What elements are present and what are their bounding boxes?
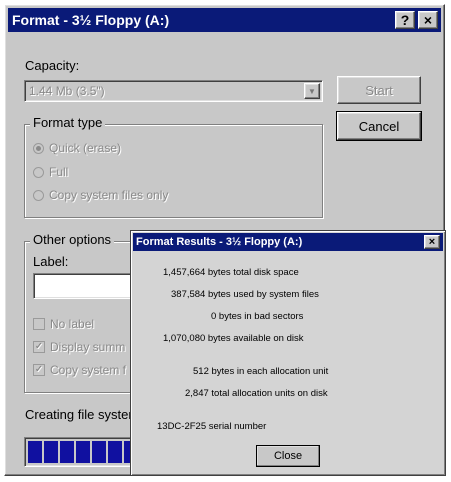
- progress-block: [60, 441, 74, 463]
- radio-icon: [33, 166, 44, 178]
- results-close-button[interactable]: Close: [256, 445, 320, 467]
- capacity-select[interactable]: 1.44 Mb (3.5") ▼: [24, 80, 323, 102]
- status-text: Creating file system: [25, 407, 140, 422]
- radio-icon: [33, 189, 44, 201]
- result-system-files: 387,584 bytes used by system files: [171, 289, 319, 300]
- checkbox-copy-system[interactable]: ✓ Copy system f: [33, 363, 126, 377]
- checkbox-icon: [33, 318, 45, 330]
- chevron-down-icon[interactable]: ▼: [304, 83, 320, 99]
- results-close-icon[interactable]: ×: [424, 235, 440, 249]
- other-options-title: Other options: [30, 232, 115, 247]
- progress-bar: [24, 437, 144, 467]
- radio-full[interactable]: Full: [33, 165, 68, 179]
- format-type-group: [24, 124, 323, 218]
- radio-quick[interactable]: Quick (erase): [33, 141, 121, 155]
- progress-block: [108, 441, 122, 463]
- radio-selected-icon: [33, 142, 44, 154]
- checkbox-display-summary[interactable]: ✓ Display summ: [33, 340, 125, 354]
- format-type-title: Format type: [30, 115, 106, 130]
- checkbox-no-label[interactable]: No label: [33, 317, 94, 331]
- progress-block: [76, 441, 90, 463]
- result-bad-sectors: 0 bytes in bad sectors: [211, 311, 304, 322]
- capacity-label: Capacity:: [25, 58, 80, 73]
- radio-copy-system[interactable]: Copy system files only: [33, 188, 168, 202]
- cancel-button[interactable]: Cancel: [336, 111, 422, 141]
- results-title-bar: Format Results - 3½ Floppy (A:) ×: [133, 233, 443, 251]
- result-allocation-total: 2,847 total allocation units on disk: [185, 388, 328, 399]
- capacity-value: 1.44 Mb (3.5"): [29, 84, 105, 98]
- checkmark-icon: ✓: [33, 364, 45, 376]
- close-button[interactable]: ×: [418, 11, 438, 29]
- help-button[interactable]: ?: [395, 11, 415, 29]
- result-available: 1,070,080 bytes available on disk: [163, 333, 304, 344]
- format-title-bar: Format - 3½ Floppy (A:) ? ×: [8, 8, 441, 32]
- label-label: Label:: [33, 254, 69, 269]
- checkmark-icon: ✓: [33, 341, 45, 353]
- format-results-dialog: Format Results - 3½ Floppy (A:) × 1,457,…: [130, 230, 446, 476]
- format-dialog-title: Format - 3½ Floppy (A:): [12, 12, 170, 28]
- results-dialog-title: Format Results - 3½ Floppy (A:): [136, 236, 303, 248]
- progress-block: [92, 441, 106, 463]
- progress-block: [44, 441, 58, 463]
- start-button[interactable]: Start: [337, 76, 421, 104]
- progress-block: [28, 441, 42, 463]
- result-total-space: 1,457,664 bytes total disk space: [163, 267, 299, 278]
- result-serial-number: 13DC-2F25 serial number: [157, 421, 267, 432]
- result-allocation-unit: 512 bytes in each allocation unit: [193, 366, 329, 377]
